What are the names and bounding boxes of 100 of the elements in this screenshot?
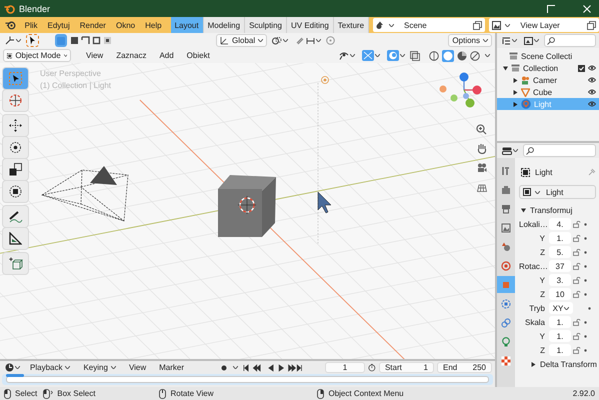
start-frame-field[interactable]: Start 1 [378,362,434,373]
number-field[interactable]: 1. [549,232,571,244]
maximize-icon[interactable] [547,4,555,12]
proportional-edit-icon[interactable] [326,36,336,45]
keyframe-dot-icon[interactable] [584,320,587,324]
expanded-arrow-icon[interactable] [503,66,508,70]
outliner-row[interactable]: Cube [497,86,599,98]
pin-icon[interactable] [588,168,596,176]
timeline-menu-item[interactable]: View [124,361,152,374]
timeline-menu-item[interactable]: Marker [154,361,190,374]
workspace-tab[interactable]: UV Editing [286,17,334,33]
view-menu-item[interactable]: Zaznacz [111,49,152,62]
keyframe-dot-icon[interactable] [584,334,587,338]
scene-selector[interactable]: Scene [373,18,486,32]
editor-type-dropdown[interactable] [3,361,22,374]
xray-icon[interactable] [410,50,420,60]
orientation-dropdown[interactable]: Global [216,34,268,47]
pivot-dropdown[interactable] [3,34,23,47]
eye-icon[interactable] [588,65,596,71]
close-icon[interactable] [583,4,591,12]
panel-header[interactable]: Delta Transform [519,357,596,371]
tool-button[interactable] [3,137,28,158]
workspace-tab[interactable]: Sculpting [245,17,287,33]
select-mode-button[interactable] [26,34,39,47]
end-frame-field[interactable]: End 250 [436,362,492,373]
menu-item[interactable]: Plik [20,18,42,32]
eye-icon[interactable] [588,89,596,95]
keyframe-dot-icon[interactable] [588,306,591,310]
mode-select[interactable]: XY [549,302,573,314]
outliner-row[interactable]: Camer [497,74,599,86]
timeline-menu-item[interactable]: Playback [25,361,76,374]
number-field[interactable]: 37 [549,260,571,272]
keyframe-dot-icon[interactable] [584,278,587,282]
view-menu-item[interactable]: Add [154,49,179,62]
rendered-shading-icon[interactable] [470,50,480,60]
menu-item[interactable]: Help [140,18,167,32]
lock-icon[interactable] [573,248,582,256]
outliner-row[interactable]: Scene Collecti [497,50,599,62]
workspace-tab[interactable]: Layout [170,17,204,33]
blender-logo-icon[interactable] [4,20,16,30]
lock-icon[interactable] [573,290,582,298]
outliner-search-field[interactable] [544,34,596,47]
filter-dropdown[interactable] [522,34,541,47]
copy-icon[interactable] [587,20,596,30]
lock-icon[interactable] [573,346,582,354]
eye-icon[interactable] [588,77,596,83]
workspace-tab[interactable]: Texture [334,17,370,33]
eye-icon[interactable] [588,101,596,107]
view-menu-item[interactable]: View [81,49,108,62]
wireframe-shading-icon[interactable] [429,50,439,60]
number-field[interactable]: 3. [549,274,571,286]
mode-dropdown[interactable]: Object Mode [3,49,71,62]
number-field[interactable]: 1. [549,330,571,342]
menu-item[interactable]: Render [74,18,111,32]
tool-button[interactable] [3,115,28,136]
tool-button[interactable] [3,228,28,249]
keyframe-dot-icon[interactable] [584,236,587,240]
copy-icon[interactable] [473,20,482,30]
number-field[interactable]: 1. [549,316,571,328]
material-shading-icon[interactable] [457,50,467,60]
pivot-point-dropdown[interactable] [270,34,290,47]
playback-controls-icon[interactable] [243,364,304,372]
properties-search-field[interactable] [523,144,596,157]
view-layer-selector[interactable]: View Layer [489,18,599,32]
options-dropdown[interactable]: Options [448,34,492,47]
expanded-arrow-icon[interactable] [521,208,526,212]
collapsed-arrow-icon[interactable] [513,90,518,94]
keyframe-dot-icon[interactable] [584,292,587,296]
keyframe-dot-icon[interactable] [584,222,587,226]
checkbox[interactable] [578,64,585,72]
number-field[interactable]: 10 [549,288,571,300]
workspace-tab[interactable]: Modeling [204,17,246,33]
lock-icon[interactable] [573,332,582,340]
stopwatch-icon[interactable] [368,363,376,372]
lock-icon[interactable] [573,318,582,326]
tool-button[interactable] [3,159,28,180]
tool-button[interactable] [3,68,28,89]
number-field[interactable]: 5. [549,246,571,258]
timeline-menu-item[interactable]: Keying [78,361,121,374]
current-frame-field[interactable]: 1 [324,362,366,373]
keyframe-dot-icon[interactable] [584,348,587,352]
panel-header[interactable]: Transformuj [519,203,596,217]
tool-button[interactable] [3,206,28,227]
selection-modes-icon[interactable] [70,36,112,45]
tool-button[interactable] [3,181,28,202]
menu-item[interactable]: Edytuj [42,18,75,32]
collapsed-arrow-icon[interactable] [531,362,536,366]
keyframe-dot-icon[interactable] [584,264,587,268]
lock-icon[interactable] [573,234,582,242]
keyframe-dot-icon[interactable] [584,250,587,254]
lock-icon[interactable] [573,276,582,284]
view-menu-item[interactable]: Obiekt [182,49,215,62]
data-block-field[interactable]: Light [519,185,596,199]
number-field[interactable]: 1. [549,344,571,356]
new-selection-button[interactable] [55,34,67,47]
solid-shading-icon[interactable] [443,50,453,60]
number-field[interactable]: 4. [549,218,571,230]
collapsed-arrow-icon[interactable] [513,78,518,82]
collapsed-arrow-icon[interactable] [513,102,518,106]
lock-icon[interactable] [573,262,582,270]
